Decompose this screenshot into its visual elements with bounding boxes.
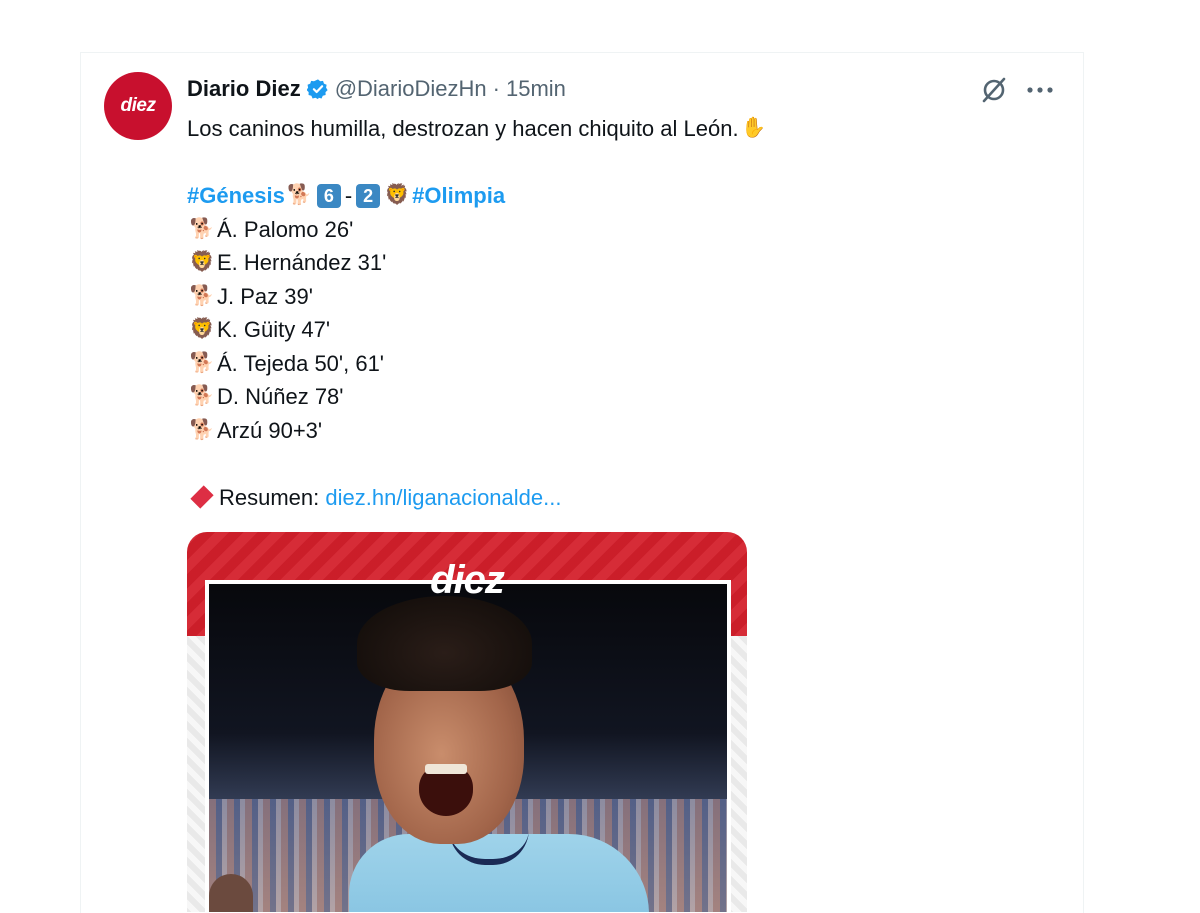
score-dash: - [344, 183, 353, 208]
scorer-line: 🐕 Á. Palomo 26' [187, 213, 1057, 247]
photo-player-hair [357, 596, 532, 691]
scorer-text: K. Güity 47' [217, 317, 331, 342]
avatar-logo-text: diez [120, 95, 156, 116]
scorer-line: 🐕 Arzú 90+3' [187, 414, 1057, 448]
scorer-line: 🦁 E. Hernández 31' [187, 246, 1057, 280]
home-goals-keycap: 6 [316, 183, 341, 208]
photo-frame [205, 580, 731, 912]
tweet-text: Los caninos humilla, destrozan y hacen c… [187, 112, 1057, 514]
scorer-text: D. Núñez 78' [217, 384, 344, 409]
author-handle[interactable]: @DiarioDiezHn [335, 74, 487, 104]
scorer-text: Arzú 90+3' [217, 417, 323, 443]
scorer-text: Á. Palomo 26' [217, 216, 354, 242]
scorer-line: 🦁 K. Güity 47' [187, 313, 1057, 347]
scorer-line: 🐕 D. Núñez 78' [187, 380, 1057, 414]
grok-glyph-icon [982, 77, 1006, 103]
scorer-text: Á. Tejeda 50', 61' [217, 350, 385, 376]
tweet-headline: Los caninos humilla, destrozan y hacen c… [187, 116, 739, 141]
author-name[interactable]: Diario Diez [187, 74, 301, 104]
scorer-team-icon: 🐕 [189, 284, 215, 307]
raised-hand-icon: ✋ [741, 117, 767, 139]
lion-icon: 🦁 [384, 184, 410, 206]
score-line: #Génesis 🐕 6 - 2 🦁 #Olimpia [187, 179, 1057, 213]
media-right-pattern [729, 636, 747, 912]
dog-icon: 🐕 [287, 184, 313, 206]
scorer-line: 🐕 Á. Tejeda 50', 61' [187, 347, 1057, 381]
media-left-pattern [187, 636, 205, 912]
scorer-team-icon: 🐕 [189, 418, 215, 441]
tweet-headline-line: Los caninos humilla, destrozan y hacen c… [187, 112, 1057, 146]
hashtag-olimpia[interactable]: #Olimpia [412, 179, 505, 213]
red-diamond-icon [190, 485, 214, 509]
scorer-team-icon: 🦁 [189, 251, 215, 273]
away-goals-keycap: 2 [356, 183, 381, 208]
scorer-team-icon: 🐕 [189, 217, 215, 240]
header-separator: · [492, 76, 500, 101]
photo-background-person [209, 874, 253, 912]
hashtag-genesis[interactable]: #Génesis [187, 179, 285, 213]
photo-player-teeth [425, 764, 467, 774]
grok-icon[interactable] [978, 74, 1010, 106]
tweet-timestamp[interactable]: 15min [506, 74, 566, 104]
player-photo [209, 584, 727, 912]
scorer-text: J. Paz 39' [217, 283, 313, 309]
media-diez-logo: diez [430, 558, 505, 602]
scorer-team-icon: 🐕 [189, 351, 215, 374]
tweet-media-image[interactable]: diez [187, 532, 747, 912]
scorer-text: E. Hernández 31' [217, 250, 387, 275]
more-options-icon[interactable] [1024, 74, 1056, 106]
tweet-header: Diario Diez @DiarioDiezHn · 15min [187, 74, 566, 104]
ellipsis-icon [1027, 87, 1053, 93]
summary-link[interactable]: diez.hn/liganacionalde... [325, 481, 561, 515]
summary-line: Resumen: diez.hn/liganacionalde... [187, 481, 1057, 515]
avatar[interactable]: diez [104, 72, 172, 140]
scorer-team-icon: 🐕 [189, 385, 215, 407]
summary-label: Resumen: [219, 484, 320, 510]
scorer-line: 🐕 J. Paz 39' [187, 280, 1057, 314]
verified-badge-icon[interactable] [306, 78, 329, 100]
scorer-team-icon: 🦁 [189, 318, 215, 340]
